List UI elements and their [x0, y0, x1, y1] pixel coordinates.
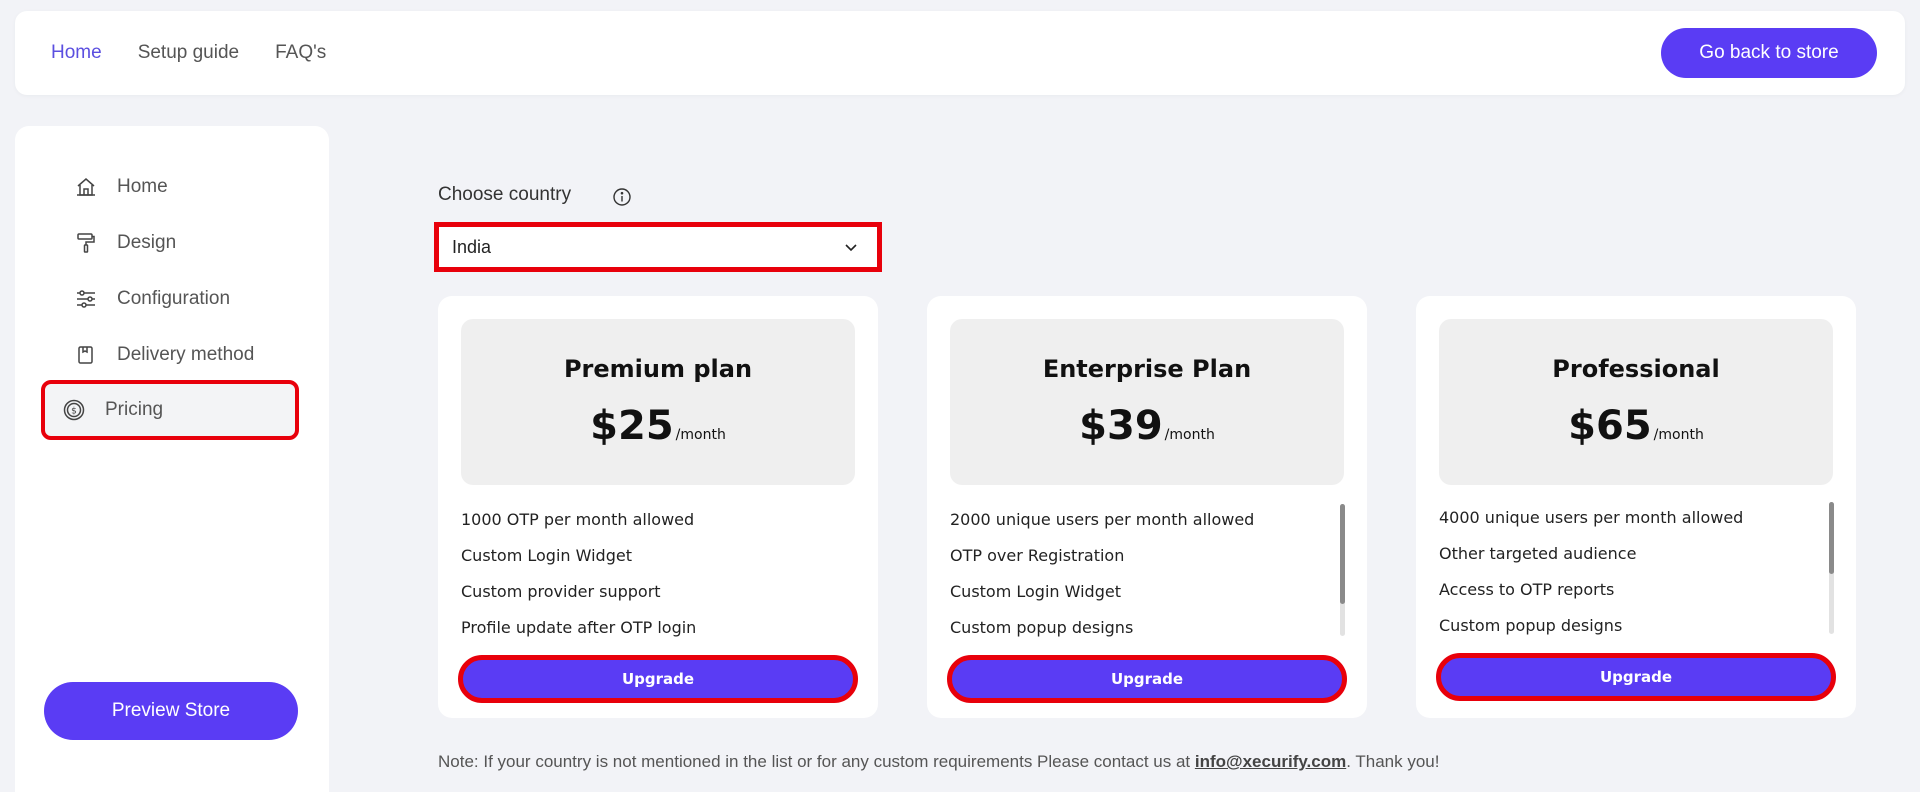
plan-feature: Other targeted audience — [1439, 544, 1637, 563]
plan-price-amount: $39 — [1079, 403, 1163, 449]
sidebar-item-home[interactable]: Home — [43, 161, 297, 213]
sliders-icon — [73, 286, 99, 312]
feature-scrollbar[interactable] — [1829, 502, 1834, 634]
info-icon[interactable] — [612, 187, 632, 207]
upgrade-button-professional[interactable]: Upgrade — [1436, 653, 1836, 701]
plan-feature: Access to OTP reports — [1439, 580, 1615, 599]
svg-text:$: $ — [71, 407, 77, 417]
delivery-icon — [73, 342, 99, 368]
plan-feature: Custom Login Widget — [461, 546, 632, 565]
sidebar-item-label: Configuration — [117, 288, 231, 309]
country-select-value: India — [452, 236, 492, 257]
top-navbar: Home Setup guide FAQ's Go back to store — [15, 11, 1905, 95]
paint-roller-icon — [73, 230, 99, 256]
topnav-home-link[interactable]: Home — [51, 42, 102, 64]
plan-price-amount: $65 — [1568, 403, 1652, 449]
plan-feature: 2000 unique users per month allowed — [950, 510, 1255, 529]
plan-price-period: /month — [675, 427, 726, 443]
feature-scrollbar-thumb[interactable] — [1829, 502, 1834, 574]
plan-feature: Custom popup designs — [950, 618, 1134, 637]
note-text-end: . Thank you! — [1346, 752, 1440, 771]
plan-feature: Profile update after OTP login — [461, 618, 697, 637]
sidebar-item-delivery-method[interactable]: Delivery method — [43, 329, 297, 381]
go-back-to-store-button[interactable]: Go back to store — [1661, 28, 1877, 78]
upgrade-button-premium[interactable]: Upgrade — [458, 655, 858, 703]
plan-name: Premium plan — [563, 355, 753, 383]
plan-name: Enterprise Plan — [1042, 355, 1252, 383]
chevron-down-icon — [843, 239, 859, 255]
plan-name: Professional — [1552, 355, 1720, 383]
feature-scrollbar[interactable] — [1340, 504, 1345, 636]
plan-feature-list: 2000 unique users per month allowed OTP … — [950, 502, 1350, 642]
plan-feature: Custom popup designs — [1439, 616, 1623, 635]
topnav-faqs-link[interactable]: FAQ's — [275, 42, 326, 64]
sidebar-item-label: Home — [117, 176, 168, 197]
note-text: Note: If your country is not mentioned i… — [438, 752, 1195, 771]
sidebar-item-label: Design — [117, 232, 177, 253]
plan-feature: 4000 unique users per month allowed — [1439, 508, 1744, 527]
sidebar-item-label: Pricing — [105, 399, 164, 420]
plan-price: $39/month — [950, 403, 1344, 449]
plan-feature: Custom provider support — [461, 582, 661, 601]
plan-feature-list: 4000 unique users per month allowed Othe… — [1439, 500, 1839, 640]
country-select[interactable]: India — [434, 222, 882, 272]
topnav-setup-guide-link[interactable]: Setup guide — [138, 42, 239, 64]
sidebar: Home Design Configuration Delivery metho… — [15, 126, 329, 792]
choose-country-label: Choose country — [438, 184, 572, 205]
feature-scrollbar-thumb[interactable] — [1340, 504, 1345, 604]
contact-note: Note: If your country is not mentioned i… — [438, 752, 1439, 772]
preview-store-button[interactable]: Preview Store — [44, 682, 298, 740]
plan-feature: 1000 OTP per month allowed — [461, 510, 695, 529]
plan-price: $65/month — [1439, 403, 1833, 449]
plan-card-enterprise: Enterprise Plan $39/month 2000 unique us… — [927, 296, 1367, 718]
plan-feature: OTP over Registration — [950, 546, 1125, 565]
plan-price-amount: $25 — [590, 403, 674, 449]
upgrade-button-enterprise[interactable]: Upgrade — [947, 655, 1347, 703]
top-nav: Home Setup guide FAQ's — [51, 11, 326, 95]
dollar-coin-icon: $ — [61, 397, 87, 423]
contact-email-link[interactable]: info@xecurify.com — [1195, 752, 1346, 771]
plan-feature-list: 1000 OTP per month allowed Custom Login … — [461, 502, 861, 642]
plan-card-premium: Premium plan $25/month 1000 OTP per mont… — [438, 296, 878, 718]
plan-header: Professional $65/month — [1439, 319, 1833, 485]
sidebar-item-pricing[interactable]: $ Pricing — [41, 380, 299, 440]
sidebar-item-label: Delivery method — [117, 344, 255, 365]
plan-header: Premium plan $25/month — [461, 319, 855, 485]
plan-price-period: /month — [1653, 427, 1704, 443]
plan-price: $25/month — [461, 403, 855, 449]
home-icon — [73, 174, 99, 200]
sidebar-item-configuration[interactable]: Configuration — [43, 273, 297, 325]
plan-card-professional: Professional $65/month 4000 unique users… — [1416, 296, 1856, 718]
plan-price-period: /month — [1164, 427, 1215, 443]
sidebar-item-design[interactable]: Design — [43, 217, 297, 269]
plan-header: Enterprise Plan $39/month — [950, 319, 1344, 485]
plan-feature: Custom Login Widget — [950, 582, 1121, 601]
